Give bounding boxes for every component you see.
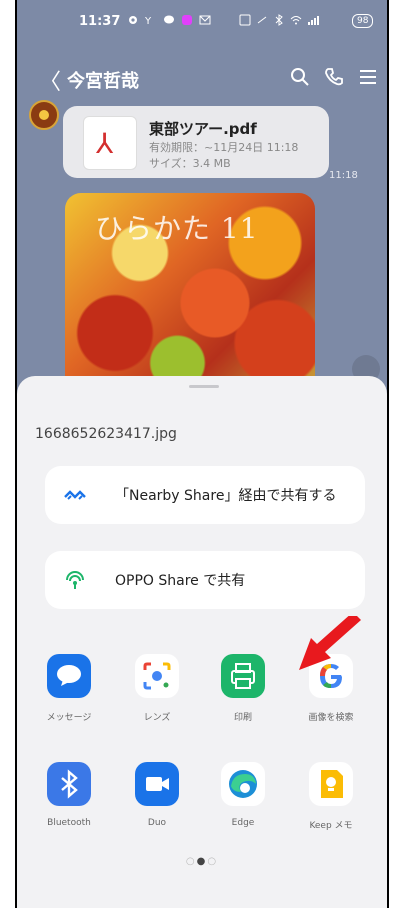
gear-icon xyxy=(129,16,137,24)
page-dot: ○ xyxy=(185,856,197,867)
app-bluetooth[interactable]: Bluetooth xyxy=(29,762,109,828)
sheet-handle[interactable] xyxy=(189,385,219,388)
app-duo[interactable]: Duo xyxy=(117,762,197,828)
edge-icon xyxy=(221,762,265,806)
page-dot: ○ xyxy=(207,856,219,867)
app-lens[interactable]: レンズ xyxy=(117,654,197,723)
search-icon[interactable] xyxy=(289,66,311,88)
menu-icon[interactable] xyxy=(357,66,379,88)
app-messages[interactable]: メッセージ xyxy=(29,654,109,723)
messages-icon xyxy=(47,654,91,698)
app-label: Bluetooth xyxy=(47,818,91,828)
page-indicator: ○●○ xyxy=(17,856,387,867)
mute-icon xyxy=(257,16,267,24)
signal-icon xyxy=(308,16,319,25)
photo-message[interactable]: ひらかた 11 xyxy=(65,193,315,393)
svg-text:Y: Y xyxy=(145,16,152,26)
photo-overlay-text: ひらかた 11 xyxy=(95,212,259,245)
nearby-share-icon xyxy=(64,490,86,500)
yahoo-icon: Y xyxy=(145,16,152,26)
file-message[interactable]: ⅄ 東部ツアー.pdf 有効期限：~11月24日 11:18 サイズ：3.4 M… xyxy=(63,106,329,178)
app-label: Keep メモ xyxy=(309,821,353,831)
app-keep[interactable]: Keep メモ xyxy=(291,762,371,831)
notification-icons: Y xyxy=(127,14,211,26)
oppo-share-label: OPPO Share で共有 xyxy=(115,573,246,589)
file-expiry: 有効期限：~11月24日 11:18 xyxy=(149,141,299,154)
avatar[interactable] xyxy=(29,100,59,130)
status-bar: 11:37 Y 98 xyxy=(17,0,387,44)
gmail-icon xyxy=(199,15,211,25)
phone-icon[interactable] xyxy=(323,66,345,88)
battery-indicator: 98 xyxy=(352,14,374,28)
bluetooth-icon xyxy=(47,762,91,806)
oppo-share-option[interactable]: OPPO Share で共有 xyxy=(45,551,365,609)
keep-icon xyxy=(309,762,353,806)
page-dot-active: ● xyxy=(196,856,208,867)
file-size: サイズ：3.4 MB xyxy=(149,157,231,170)
app-label: 画像を検索 xyxy=(308,713,354,723)
chat-header: 〈 今宮哲哉 xyxy=(17,60,387,96)
message-time: 11:18 xyxy=(329,170,358,181)
app-label: Edge xyxy=(231,818,255,828)
bluetooth-status-icon xyxy=(275,14,283,26)
chat-icon xyxy=(164,15,174,24)
status-time: 11:37 xyxy=(79,14,121,29)
instagram-icon xyxy=(182,15,192,25)
oppo-share-icon xyxy=(66,571,84,589)
duo-icon xyxy=(135,762,179,806)
nfc-icon xyxy=(239,14,251,26)
lens-icon xyxy=(135,654,179,698)
app-edge[interactable]: Edge xyxy=(203,762,283,828)
app-label: メッセージ xyxy=(46,713,92,723)
print-icon xyxy=(221,654,265,698)
phone-screen: 11:37 Y 98 〈 今宮哲哉 ⅄ 東部ツアー.pdf 有効期限：~11月2… xyxy=(15,0,389,908)
red-arrow-annotation xyxy=(299,616,361,670)
nearby-share-option[interactable]: 「Nearby Share」経由で共有する xyxy=(45,466,365,524)
wifi-icon xyxy=(290,16,302,25)
system-icons xyxy=(239,14,319,26)
app-label: 印刷 xyxy=(233,713,252,723)
app-label: Duo xyxy=(147,818,167,828)
app-print[interactable]: 印刷 xyxy=(203,654,283,723)
nearby-share-label: 「Nearby Share」経由で共有する xyxy=(115,488,337,504)
pdf-icon: ⅄ xyxy=(83,116,137,170)
file-name: 東部ツアー.pdf xyxy=(149,120,257,138)
shared-filename: 1668652623417.jpg xyxy=(35,426,177,442)
app-label: レンズ xyxy=(143,713,171,723)
back-button[interactable]: 〈 xyxy=(39,64,61,96)
chat-title: 今宮哲哉 xyxy=(67,71,139,92)
